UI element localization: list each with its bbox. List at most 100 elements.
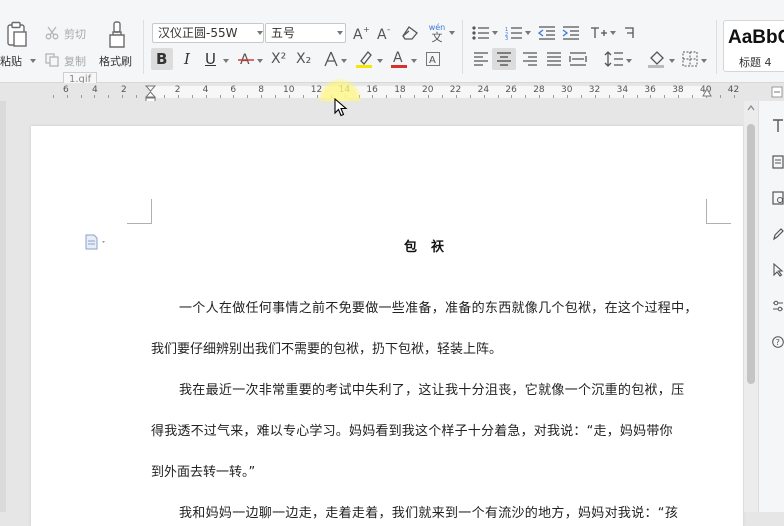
- underline-dropdown-icon[interactable]: [223, 59, 229, 63]
- document-tools-icon[interactable]: [772, 190, 784, 206]
- group-divider: [462, 20, 463, 74]
- align-center-icon[interactable]: [495, 51, 513, 67]
- ruler-tick: [233, 95, 235, 98]
- ruler-tick: [594, 95, 596, 98]
- distributed-icon[interactable]: [569, 51, 587, 67]
- ruler-number: 38: [672, 85, 684, 95]
- ruler-tick: [622, 95, 624, 98]
- bullet-dropdown-icon[interactable]: [492, 31, 498, 35]
- line-spacing-dropdown-icon[interactable]: [626, 59, 632, 63]
- ruler-number: 4: [202, 85, 209, 95]
- help-icon[interactable]: ?: [772, 334, 784, 350]
- ruler-number: 26: [505, 85, 517, 95]
- highlight-icon[interactable]: [355, 49, 375, 69]
- scrollbar-thumb[interactable]: [747, 124, 755, 384]
- select-cursor-icon[interactable]: [772, 262, 784, 278]
- italic-button[interactable]: I: [184, 50, 190, 68]
- pen-icon[interactable]: [772, 226, 784, 242]
- phonetic-dropdown-icon[interactable]: [449, 31, 455, 35]
- clear-format-icon[interactable]: [402, 25, 420, 41]
- decrease-indent-icon[interactable]: [538, 25, 556, 41]
- group-divider: [143, 20, 144, 74]
- paragraph-line[interactable]: 我们要仔细辨别出我们不需要的包袱，扔下包袱，轻装上阵。: [151, 338, 502, 357]
- ruler-number: 24: [477, 85, 490, 95]
- ruler-tick: [247, 95, 249, 98]
- paragraph-line[interactable]: 一个人在做任何事情之前不免要做一些准备，准备的东西就像几个包袱，在这个过程中，: [179, 297, 698, 316]
- strikethrough-icon[interactable]: A: [237, 50, 255, 68]
- ruler-tick: [66, 95, 68, 98]
- document-page[interactable]: [31, 126, 743, 526]
- borders-dropdown-icon[interactable]: [701, 59, 707, 63]
- chinese-layout-dropdown-icon[interactable]: [610, 31, 616, 35]
- font-size-select[interactable]: 五号: [265, 23, 346, 43]
- ruler-number: 42: [727, 85, 740, 95]
- numbered-dropdown-icon[interactable]: [525, 31, 531, 35]
- cut-icon[interactable]: [44, 25, 60, 41]
- font-size-dropdown-icon[interactable]: [337, 31, 343, 35]
- chinese-layout-icon[interactable]: [589, 24, 609, 42]
- ruler-number: 32: [588, 85, 601, 95]
- superscript-button[interactable]: X²: [271, 51, 286, 67]
- char-border-icon[interactable]: A: [425, 51, 441, 67]
- collapse-pane-icon[interactable]: [771, 86, 783, 98]
- font-family-select[interactable]: 汉仪正圆-55W: [152, 23, 264, 43]
- align-left-icon[interactable]: [472, 51, 490, 67]
- paragraph-line[interactable]: 我在最近一次非常重要的考试中失利了，这让我十分沮丧，它就像一个沉重的包袱，压: [179, 379, 684, 398]
- paste-button[interactable]: 粘贴: [0, 53, 22, 69]
- show-hide-marks-icon[interactable]: [622, 24, 642, 42]
- svg-text:A: A: [393, 50, 403, 66]
- font-family-dropdown-icon[interactable]: [257, 31, 263, 35]
- font-color-icon[interactable]: A: [390, 48, 408, 70]
- paragraph-line[interactable]: 到外面去转一转。”: [151, 461, 255, 480]
- line-spacing-icon[interactable]: [604, 50, 624, 68]
- ruler-tick: [80, 95, 82, 98]
- document-title[interactable]: 包祆: [404, 236, 458, 255]
- justify-icon[interactable]: [545, 51, 563, 67]
- grow-font-icon[interactable]: A +: [352, 24, 370, 42]
- format-painter-icon[interactable]: [104, 20, 130, 50]
- ruler-tick: [733, 95, 735, 98]
- increase-indent-icon[interactable]: [562, 25, 580, 41]
- text-style-icon[interactable]: [772, 118, 784, 134]
- phonetic-guide-icon[interactable]: wén 文: [426, 23, 448, 43]
- text-effect-icon[interactable]: [322, 50, 340, 68]
- ruler-tick: [567, 95, 568, 98]
- bold-button[interactable]: B: [156, 50, 167, 68]
- horizontal-ruler[interactable]: [0, 83, 784, 101]
- ruler-tick: [219, 95, 221, 98]
- svg-text:?: ?: [776, 338, 780, 347]
- copy-icon[interactable]: [44, 52, 60, 68]
- style-heading4[interactable]: AaBbC 标题 4: [723, 20, 784, 72]
- ruler-tick: [289, 95, 290, 98]
- ruler-number: 28: [533, 85, 545, 95]
- cut-button[interactable]: 剪切: [64, 26, 86, 42]
- align-right-icon[interactable]: [521, 51, 539, 67]
- paragraph-line[interactable]: 得我透不过气来，难以专心学习。妈妈看到我这个样子十分着急，对我说：“走，妈妈带你: [151, 420, 673, 439]
- font-color-dropdown-icon[interactable]: [411, 59, 417, 63]
- document-nav-icon[interactable]: [84, 234, 108, 250]
- scroll-up-icon[interactable]: [746, 103, 756, 113]
- margin-corner-top-right: [706, 199, 731, 224]
- ruler-number: 16: [366, 85, 378, 95]
- shading-icon[interactable]: [647, 49, 667, 69]
- strikethrough-dropdown-icon[interactable]: [257, 59, 263, 63]
- style-name: 标题 4: [739, 56, 772, 69]
- highlight-dropdown-icon[interactable]: [377, 59, 383, 63]
- ruler-tick: [692, 95, 694, 98]
- paste-icon[interactable]: [4, 20, 30, 50]
- borders-icon[interactable]: [682, 51, 698, 67]
- template-icon[interactable]: [772, 154, 784, 170]
- numbered-list-icon[interactable]: 123: [505, 25, 523, 41]
- subscript-button[interactable]: X₂: [296, 51, 311, 67]
- paste-dropdown-icon[interactable]: [30, 59, 36, 63]
- shrink-font-icon[interactable]: A-: [376, 24, 394, 42]
- underline-button[interactable]: U: [205, 50, 216, 68]
- text-effect-dropdown-icon[interactable]: [341, 59, 347, 63]
- shading-dropdown-icon[interactable]: [669, 59, 675, 63]
- settings-sliders-icon[interactable]: [772, 298, 784, 314]
- bullet-list-icon[interactable]: [472, 25, 490, 41]
- right-indent-marker-icon[interactable]: [702, 88, 712, 98]
- copy-button[interactable]: 复制: [64, 53, 86, 69]
- format-painter-button[interactable]: 格式刷: [99, 53, 132, 69]
- ruler-number: 36: [644, 85, 656, 95]
